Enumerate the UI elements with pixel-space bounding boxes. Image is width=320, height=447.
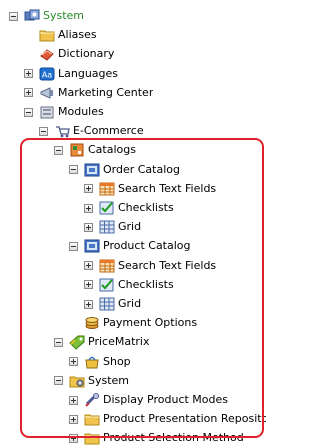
tree-node-label: Catalogs [88,143,136,157]
tree-node-label: Product Presentation Repository [103,412,266,426]
tree-node[interactable]: Checklists [84,199,174,217]
tree-node-label: System [88,373,130,387]
tree-node[interactable]: Payment Options [69,314,197,332]
collapse-icon[interactable] [24,107,33,117]
system-settings-icon [24,8,40,24]
tree-node[interactable]: Aliases [24,26,97,44]
tree-node-label: System [43,9,85,22]
collapse-icon[interactable] [54,376,63,386]
tree-node-label: Display Product Modes [103,393,229,406]
settings-icon [69,373,85,389]
expand-icon[interactable] [84,299,93,309]
tree-node[interactable]: Display Product Modes [69,391,228,409]
tree-node[interactable]: E-Commerce [39,122,144,140]
grid-icon [99,296,115,312]
collapse-icon[interactable] [39,126,48,136]
tree-node[interactable]: System [9,7,84,25]
modules-icon [39,104,55,120]
tree-node[interactable]: Product Presentation Repository [69,410,266,428]
dictionary-icon [39,46,55,62]
tree-node-label: Payment Options [103,316,198,330]
tree-node-label: Shop [103,354,131,368]
collapse-icon[interactable] [54,337,63,347]
folder-icon [84,411,100,427]
tree-node[interactable]: Search Text Fields [84,257,216,275]
tree-node-label: PriceMatrix [88,335,150,349]
expand-icon[interactable] [69,414,78,424]
expand-icon[interactable] [84,261,93,271]
tree-node[interactable]: Search Text Fields [84,180,216,198]
svg-text:Aa: Aa [42,70,52,79]
tree-node-label: Grid [118,297,142,310]
tree-node[interactable]: Product Catalog [69,237,191,255]
collapse-icon[interactable] [54,145,63,155]
catalog-icon [84,162,100,178]
tree-node[interactable]: Order Catalog [69,161,180,179]
expand-icon[interactable] [69,395,78,405]
tree-node[interactable]: Checklists [84,276,174,294]
tree-node-label: Marketing Center [58,85,154,99]
tree-node-label: Modules [58,105,104,118]
shop-icon [84,354,100,370]
expand-icon[interactable] [84,203,93,213]
catalogs-icon [69,142,85,158]
tree-node[interactable]: Modules [24,103,104,121]
tree-node[interactable]: Catalogs [54,141,136,159]
tree-node-label: Grid [118,220,142,234]
expand-icon[interactable] [24,69,33,79]
tree-node-label: Product Catalog [103,239,191,253]
checklist-icon [99,277,115,293]
tree-node-label: Search Text Fields [118,258,217,272]
pricematrix-icon [69,334,85,351]
tree-node[interactable]: PriceMatrix [54,333,149,351]
marketing-icon [39,85,55,101]
payment-icon [84,315,100,331]
collapse-icon[interactable] [69,165,78,175]
tree-node[interactable]: System [54,372,129,390]
collapse-icon[interactable] [69,241,78,251]
checklist-icon [99,200,115,216]
tree-node-label: Search Text Fields [118,181,217,195]
tree-node-label: Product Selection Method [103,431,244,445]
tree-node[interactable]: Marketing Center [24,84,153,102]
tree-node-label: Aliases [58,28,97,42]
display-modes-icon [84,392,100,408]
tree-node-label: Dictionary [58,47,115,61]
tree-node[interactable]: Aa Languages [24,65,118,83]
table-icon [99,181,115,197]
tree-node-label: Checklists [118,201,174,214]
tree-node-label: E-Commerce [73,124,144,138]
expand-icon[interactable] [84,184,93,194]
collapse-icon[interactable] [9,11,18,21]
grid-icon [99,219,115,235]
tree-node-label: Languages [58,66,119,80]
catalog-icon [84,238,100,254]
expand-icon[interactable] [84,280,93,290]
table-icon [99,258,115,274]
expand-icon[interactable] [24,88,33,98]
tree-node[interactable]: Grid [84,295,141,313]
tree-view: System Aliases Dictionary Aa Languages Market… [0,0,266,445]
tree-node[interactable]: Dictionary [24,45,114,63]
tree-node[interactable]: Product Selection Method [69,429,244,447]
expand-icon[interactable] [69,357,78,367]
folder-icon [84,430,100,446]
tree-node-label: Checklists [118,277,174,291]
tree-node[interactable]: Grid [84,218,141,236]
tree-node[interactable]: Shop [69,353,131,371]
tree-node-label: Order Catalog [103,162,180,176]
expand-icon[interactable] [84,222,93,232]
folder-icon [39,27,55,43]
ecommerce-icon [54,123,70,139]
expand-icon[interactable] [69,433,78,443]
language-icon: Aa [39,66,55,82]
